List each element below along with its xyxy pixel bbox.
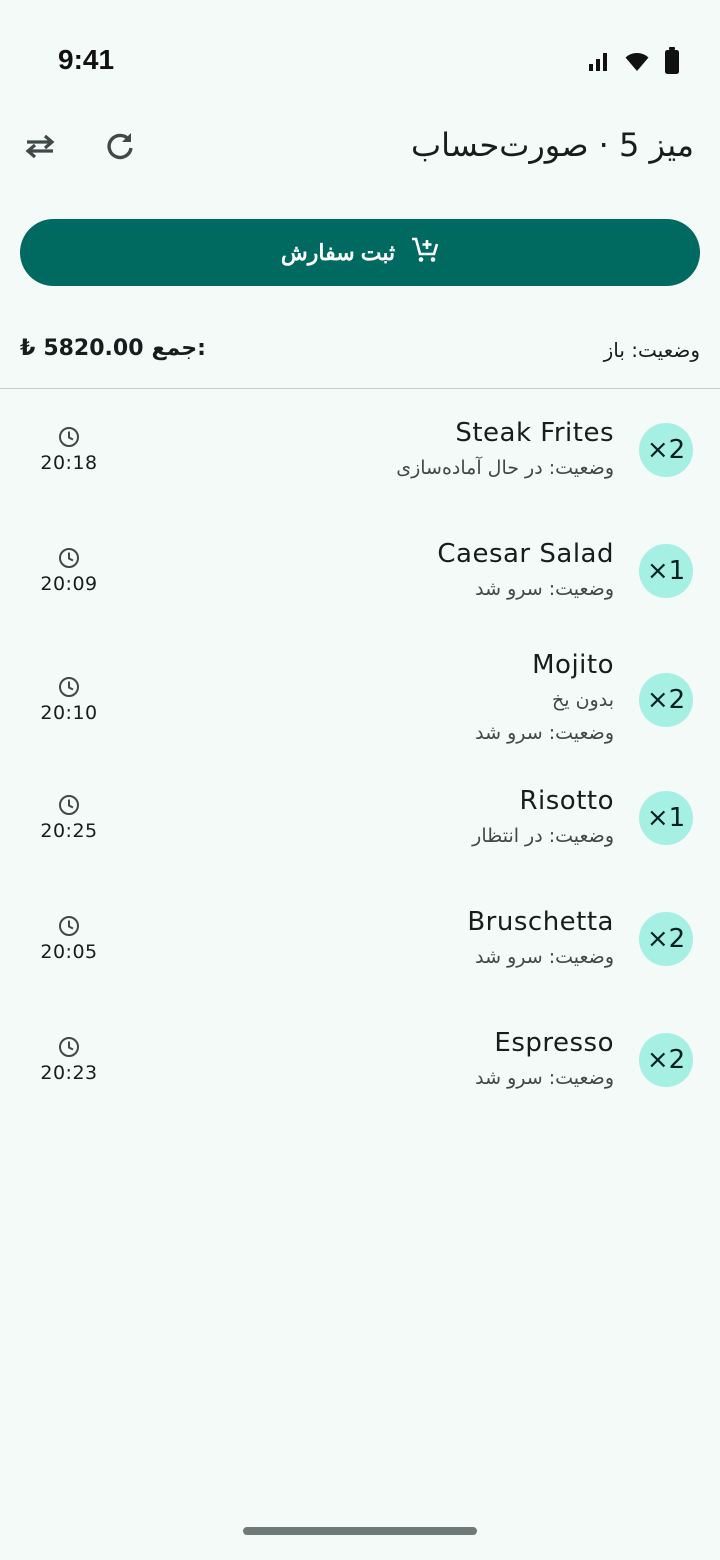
item-name: Espresso (494, 1028, 614, 1058)
item-time: 20:09 (30, 547, 108, 595)
item-name: Bruschetta (467, 907, 614, 937)
item-time: 20:05 (30, 915, 108, 963)
item-note: بدون یخ (552, 689, 614, 711)
item-status: وضعیت: در انتظار (472, 825, 614, 847)
list-item[interactable]: ×2 Steak Frites وضعیت: در حال آماده‌سازی… (0, 389, 720, 510)
item-texts: Bruschetta وضعیت: سرو شد (467, 905, 614, 975)
quantity-badge: ×2 (639, 1033, 693, 1087)
bill-status: وضعیت: باز (603, 338, 700, 362)
screen: 9:41 (0, 0, 720, 1560)
quantity-badge: ×1 (639, 544, 693, 598)
status-bar: 9:41 (0, 0, 720, 120)
quantity-badge: ×2 (639, 912, 693, 966)
list-item[interactable]: ×1 Risotto وضعیت: در انتظار 20:25 (0, 778, 720, 899)
time-label: 20:18 (40, 452, 98, 474)
item-texts: Mojito بدون یخ وضعیت: سرو شد (475, 648, 614, 751)
time-label: 20:23 (40, 1062, 98, 1084)
time-label: 20:25 (40, 820, 98, 842)
item-status: وضعیت: سرو شد (475, 578, 614, 600)
list-item[interactable]: ×2 Mojito بدون یخ وضعیت: سرو شد 20:10 (0, 631, 720, 778)
order-item-list: ×2 Steak Frites وضعیت: در حال آماده‌سازی… (0, 389, 720, 1141)
list-item[interactable]: ×1 Caesar Salad وضعیت: سرو شد 20:09 (0, 510, 720, 631)
page-title: میز 5 · صورت‌حساب (411, 126, 694, 164)
item-name: Caesar Salad (437, 539, 614, 569)
item-status: وضعیت: سرو شد (475, 722, 614, 744)
total-value: 5820.00 (43, 336, 144, 361)
bill-total: ₺ 5820.00 جمع: (20, 336, 206, 361)
wifi-icon (624, 50, 650, 72)
clock-icon (59, 795, 79, 815)
item-status: وضعیت: سرو شد (475, 946, 614, 968)
clock-icon (59, 677, 79, 697)
status-clock: 9:41 (58, 44, 115, 75)
battery-icon (664, 47, 680, 75)
time-label: 20:05 (40, 941, 98, 963)
top-app-bar: میز 5 · صورت‌حساب (0, 112, 720, 182)
item-texts: Caesar Salad وضعیت: سرو شد (437, 537, 614, 607)
submit-order-button[interactable]: ثبت سفارش (20, 219, 700, 286)
item-status: وضعیت: در حال آماده‌سازی (396, 457, 614, 479)
swap-button[interactable] (12, 120, 68, 176)
item-name: Mojito (532, 650, 614, 680)
time-label: 20:10 (40, 702, 98, 724)
item-texts: Steak Frites وضعیت: در حال آماده‌سازی (396, 416, 614, 486)
clock-icon (59, 1037, 79, 1057)
system-icons (588, 46, 680, 76)
quantity-badge: ×2 (639, 423, 693, 477)
add-to-cart-icon (411, 236, 439, 270)
item-name: Risotto (519, 786, 614, 816)
item-texts: Risotto وضعیت: در انتظار (472, 784, 614, 854)
clock-icon (59, 916, 79, 936)
list-item[interactable]: ×2 Bruschetta وضعیت: سرو شد 20:05 (0, 899, 720, 1020)
refresh-icon (105, 131, 135, 165)
item-status: وضعیت: سرو شد (475, 1067, 614, 1089)
item-time: 20:18 (30, 426, 108, 474)
list-item[interactable]: ×2 Espresso وضعیت: سرو شد 20:23 (0, 1020, 720, 1141)
cellular-signal-icon (588, 50, 610, 72)
bill-summary: وضعیت: باز ₺ 5820.00 جمع: (0, 334, 720, 370)
submit-order-label: ثبت سفارش (280, 239, 396, 265)
swap-icon (23, 132, 57, 164)
quantity-badge: ×1 (639, 791, 693, 845)
item-time: 20:10 (30, 676, 108, 724)
quantity-badge: ×2 (639, 673, 693, 727)
gesture-bar[interactable] (243, 1527, 477, 1535)
clock-icon (59, 548, 79, 568)
refresh-button[interactable] (92, 120, 148, 176)
item-time: 20:25 (30, 794, 108, 842)
currency-symbol: ₺ (20, 336, 36, 361)
item-name: Steak Frites (455, 418, 614, 448)
time-label: 20:09 (40, 573, 98, 595)
item-texts: Espresso وضعیت: سرو شد (475, 1026, 614, 1096)
clock-icon (59, 427, 79, 447)
item-time: 20:23 (30, 1036, 108, 1084)
total-label: جمع: (151, 336, 206, 361)
